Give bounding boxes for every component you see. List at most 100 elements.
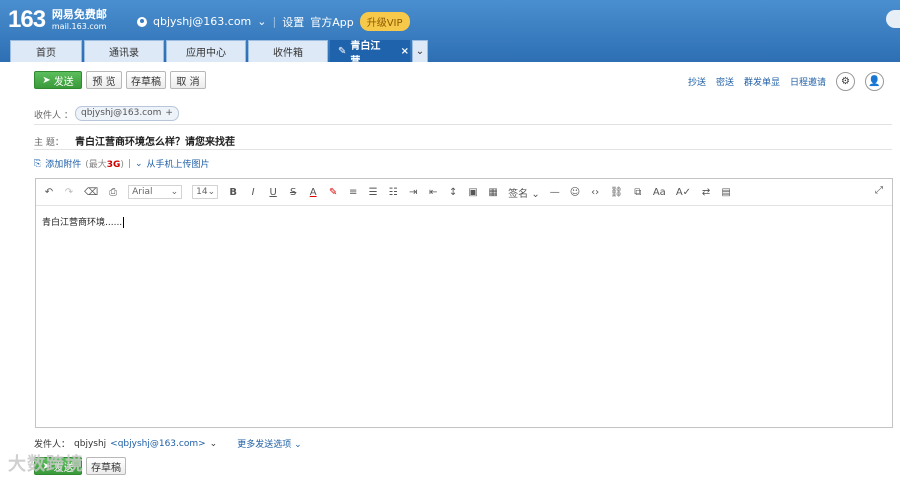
add-contact-icon[interactable]: 👤 (865, 72, 884, 91)
user-email[interactable]: qbjyshj@163.com (153, 15, 251, 28)
header-right-handle[interactable] (886, 10, 900, 28)
user-icon (137, 16, 147, 27)
tab-label: 应用中心 (186, 48, 226, 59)
sender-bar: 发件人： qbjyshj <qbjyshj@163.com> ⌄ 更多发送选项 … (34, 437, 302, 451)
tab-bar: 首页 通讯录 应用中心 收件箱 ✎ 青白江营... × ⌄ (10, 38, 430, 67)
add-attachment-link[interactable]: 添加附件 (45, 157, 81, 170)
top-header: 163 网易免费邮 mail.163.com qbjyshj@163.com ⌄… (0, 0, 900, 67)
recipient-chip[interactable]: qbjyshj@163.com + (75, 106, 179, 121)
more-send-options-label: 更多发送选项 (237, 440, 292, 450)
italic-icon[interactable]: I (248, 187, 258, 198)
gear-icon[interactable]: ⚙ (836, 72, 855, 91)
send-label: 发送 (53, 76, 74, 88)
tab-label: 青白江营... (350, 40, 381, 67)
attachment-limit-suffix: ) (120, 160, 124, 170)
eraser-icon[interactable]: ⌫ (84, 187, 98, 198)
recipient-label: 收件人 ： (34, 111, 73, 121)
editor-toolbar: ↶ ↷ ⌫ ⎙ Arial ⌄ 14 ⌄ B I U S A ✎ ≡ ☰ ☷ ⇥ ⇤… (36, 179, 892, 206)
bcc-link[interactable]: 密送 (716, 75, 734, 88)
line-height-icon[interactable]: ↕ (448, 187, 458, 198)
table-icon[interactable]: ▦ (488, 187, 498, 198)
save-draft-button-bottom[interactable]: 存草稿 (86, 457, 126, 475)
sender-email[interactable]: <qbjyshj@163.com> (110, 439, 206, 449)
indent-icon[interactable]: ⇥ (408, 187, 418, 198)
send-icon: ➤ (42, 74, 51, 86)
compose-options: 抄送 密送 群发单显 日程邀请 ⚙ 👤 (688, 72, 884, 91)
chevron-down-icon[interactable]: ⌄ (135, 159, 143, 169)
subject-input[interactable]: 青白江营商环境怎么样？请您来找茬 (75, 133, 235, 148)
divider (34, 149, 892, 150)
user-bar: qbjyshj@163.com ⌄ | 设置 官方App 升级VIP (137, 12, 410, 31)
horizontal-rule-icon[interactable]: — (550, 187, 560, 198)
chevron-down-icon[interactable]: ⌄ (210, 439, 218, 449)
more-send-options-link[interactable]: 更多发送选项 ⌄ (237, 437, 301, 450)
attachment-limit-prefix: (最大 (85, 160, 107, 170)
tab-contacts[interactable]: 通讯录 (84, 40, 164, 62)
chevron-down-icon: ⌄ (415, 46, 425, 57)
app-link[interactable]: 官方App (310, 14, 354, 30)
code-icon[interactable]: ‹› (590, 187, 600, 198)
message-editor: ↶ ↷ ⌫ ⎙ Arial ⌄ 14 ⌄ B I U S A ✎ ≡ ☰ ☷ ⇥ ⇤… (35, 178, 893, 428)
tab-more-dropdown[interactable]: ⌄ (412, 40, 428, 62)
redo-icon[interactable]: ↷ (64, 187, 74, 198)
upgrade-vip-button[interactable]: 升级VIP (359, 12, 410, 31)
stationery-icon[interactable]: ▤ (721, 187, 731, 198)
signature-label: 签名 (508, 188, 529, 200)
watermark: 大数跨境 (8, 454, 84, 475)
tab-label: 收件箱 (273, 48, 303, 59)
editor-body[interactable]: 青白江营商环境...... (36, 206, 892, 237)
separate-send-link[interactable]: 群发单显 (744, 75, 780, 88)
bullet-list-icon[interactable]: ☰ (368, 187, 378, 198)
font-color-icon[interactable]: A (308, 187, 318, 198)
close-icon[interactable]: × (401, 46, 409, 57)
bold-icon[interactable]: B (228, 187, 238, 198)
strikethrough-icon[interactable]: S (288, 187, 298, 198)
font-family-select[interactable]: Arial ⌄ (128, 185, 183, 199)
mail-logo[interactable]: 163 网易免费邮 mail.163.com (8, 6, 107, 34)
cc-link[interactable]: 抄送 (688, 75, 706, 88)
attachment-limit-size: 3G (106, 160, 121, 170)
preview-button[interactable]: 预 览 (86, 71, 122, 89)
recipient-remove-icon[interactable]: + (165, 107, 173, 120)
expand-icon[interactable]: ⤢ (874, 185, 884, 196)
outdent-icon[interactable]: ⇤ (428, 187, 438, 198)
compose-toolbar: ➤ 发送 预 览 存草稿 取 消 (34, 71, 206, 89)
font-size-value: 14 (196, 187, 208, 197)
sender-name[interactable]: qbjyshj (74, 439, 106, 449)
settings-link[interactable]: 设置 (282, 14, 304, 30)
spell-check-icon[interactable]: A✓ (676, 187, 691, 198)
emoji-icon[interactable]: ☺ (570, 187, 580, 198)
logo-name: 网易免费邮 (51, 8, 107, 21)
cancel-button[interactable]: 取 消 (170, 71, 206, 89)
tab-compose[interactable]: ✎ 青白江营... × (330, 40, 410, 67)
tab-inbox[interactable]: 收件箱 (248, 40, 328, 62)
image-icon[interactable]: ▣ (468, 187, 478, 198)
undo-icon[interactable]: ↶ (44, 187, 54, 198)
save-draft-button[interactable]: 存草稿 (126, 71, 166, 89)
translate-icon[interactable]: ⇄ (701, 187, 711, 198)
divider (34, 124, 892, 125)
recipient-email: qbjyshj@163.com (81, 108, 162, 118)
tab-app-center[interactable]: 应用中心 (166, 40, 246, 62)
chevron-down-icon[interactable]: ⌄ (257, 15, 266, 28)
upload-from-phone-link[interactable]: 从手机上传图片 (147, 157, 210, 170)
schedule-invite-link[interactable]: 日程邀请 (790, 75, 826, 88)
numbered-list-icon[interactable]: ☷ (388, 187, 398, 198)
text-caret (123, 217, 125, 228)
underline-icon[interactable]: U (268, 187, 278, 198)
tab-home[interactable]: 首页 (10, 40, 82, 62)
highlight-icon[interactable]: ✎ (328, 187, 338, 198)
template-icon[interactable]: ⧉ (633, 187, 643, 198)
align-icon[interactable]: ≡ (348, 187, 358, 198)
attachment-bar: ⎘ 添加附件 (最大3G) | ⌄ 从手机上传图片 (34, 157, 210, 171)
chevron-down-icon: ⌄ (207, 187, 216, 197)
send-button[interactable]: ➤ 发送 (34, 71, 82, 89)
signature-select[interactable]: 签名 ⌄ (508, 185, 540, 200)
link-icon[interactable]: ⛓ (610, 187, 623, 198)
text-size-icon[interactable]: Aa (653, 187, 666, 198)
logo-number: 163 (8, 6, 46, 33)
paperclip-icon: ⎘ (34, 158, 42, 169)
chevron-down-icon: ⌄ (170, 187, 179, 197)
format-painter-icon[interactable]: ⎙ (108, 187, 118, 198)
font-size-select[interactable]: 14 ⌄ (192, 185, 219, 199)
